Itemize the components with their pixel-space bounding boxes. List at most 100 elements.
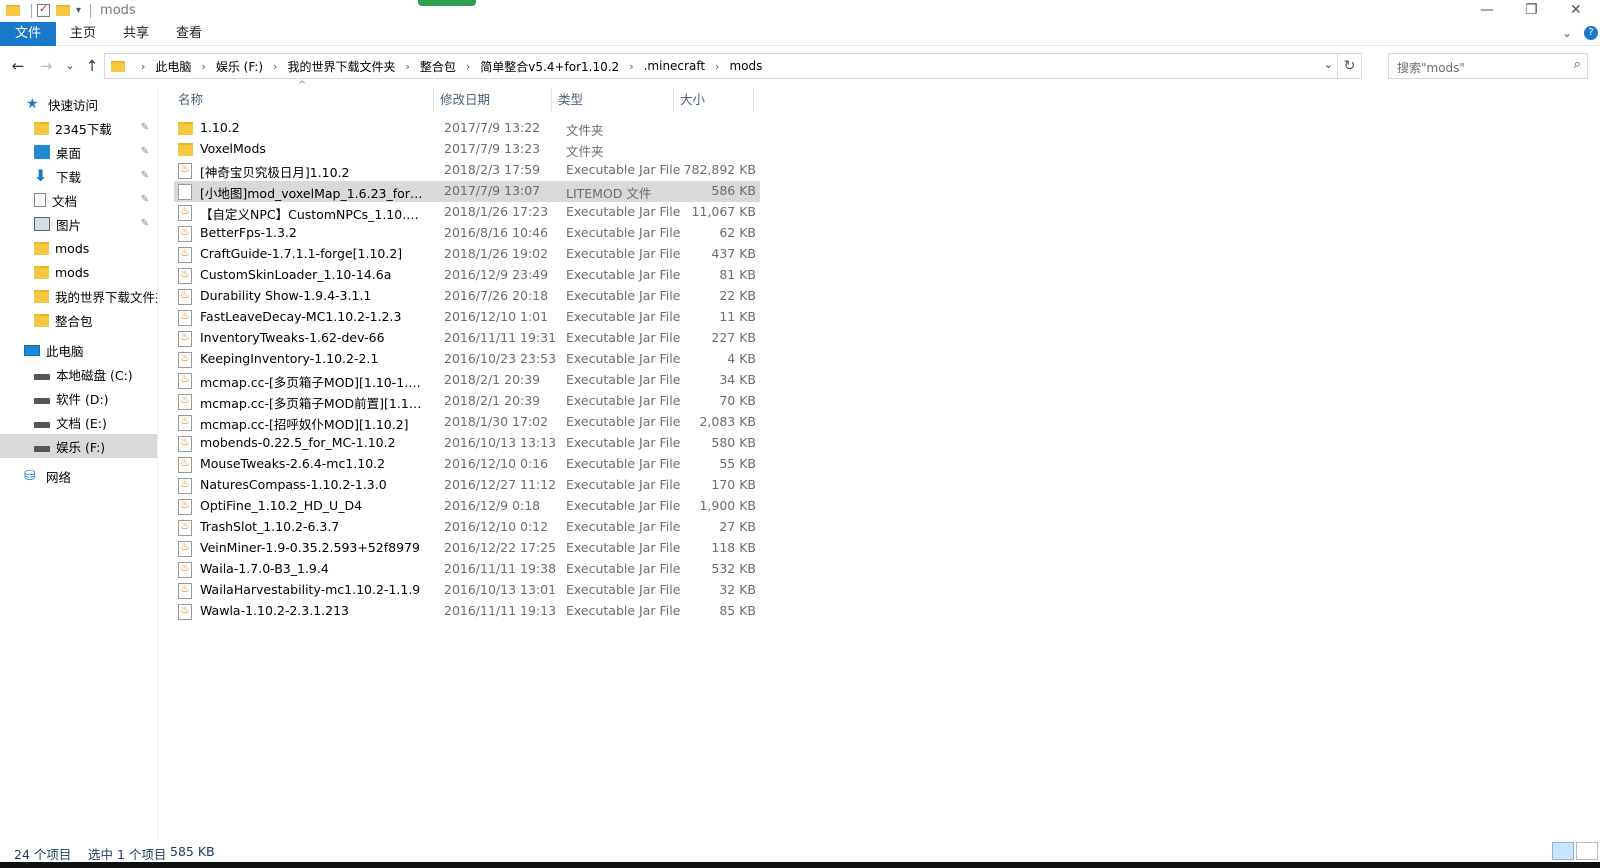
- file-type: Executable Jar File: [566, 540, 681, 555]
- column-header-type[interactable]: 类型: [552, 88, 674, 112]
- table-row[interactable]: CustomSkinLoader_1.10-14.6a 2016/12/9 23:…: [174, 265, 760, 286]
- tab-view[interactable]: 查看: [176, 22, 202, 46]
- table-row[interactable]: InventoryTweaks-1.62-dev-66 2016/11/11 19…: [174, 328, 760, 349]
- folder-icon[interactable]: [6, 5, 20, 16]
- tab-file[interactable]: 文件: [0, 22, 56, 46]
- sidebar-item-quick-access[interactable]: ★ 快速访问: [0, 92, 157, 116]
- table-row[interactable]: BetterFps-1.3.2 2016/8/16 10:46 Executable…: [174, 223, 760, 244]
- close-button[interactable]: ✕: [1570, 2, 1582, 18]
- tab-home[interactable]: 主页: [70, 22, 96, 46]
- table-row[interactable]: CraftGuide-1.7.1.1-forge[1.10.2] 2018/1/2…: [174, 244, 760, 265]
- sidebar-item-desktop[interactable]: 桌面 ✎: [0, 140, 157, 164]
- maximize-button[interactable]: ❐: [1525, 2, 1538, 18]
- table-row[interactable]: Durability Show-1.9.4-3.1.1 2016/7/26 20:…: [174, 286, 760, 307]
- divider: [90, 3, 92, 18]
- address-bar[interactable]: › 此电脑 › 娱乐 (F:) › 我的世界下载文件夹 › 整合包 › 简单整合…: [104, 53, 1362, 79]
- breadcrumb-separator[interactable]: ›: [405, 60, 409, 73]
- file-date: 2016/10/23 23:53: [444, 351, 557, 366]
- tab-share[interactable]: 共享: [123, 22, 149, 46]
- pin-icon[interactable]: ✎: [141, 218, 149, 229]
- search-box[interactable]: 搜索"mods" ⌕: [1388, 53, 1588, 79]
- breadcrumb-minecraft[interactable]: .minecraft: [644, 59, 705, 73]
- file-type: Executable Jar File: [566, 477, 681, 492]
- table-row[interactable]: WailaHarvestability-mc1.10.2-1.1.9 2016/1…: [174, 580, 760, 601]
- table-row[interactable]: [神奇宝贝究极日月]1.10.2 2018/2/3 17:59 Executable…: [174, 160, 760, 181]
- pin-icon[interactable]: ✎: [141, 122, 149, 133]
- breadcrumb-download-folder[interactable]: 我的世界下载文件夹: [287, 58, 395, 75]
- pin-icon[interactable]: ✎: [141, 146, 149, 157]
- sidebar-item-this-pc[interactable]: 此电脑: [0, 338, 157, 362]
- search-icon[interactable]: ⌕: [1574, 57, 1581, 72]
- sidebar-item-2345-downloads[interactable]: 2345下载 ✎: [0, 116, 157, 140]
- table-row[interactable]: mcmap.cc-[招呼奴仆MOD][1.10.2] 2018/1/30 17:0…: [174, 412, 760, 433]
- help-icon[interactable]: ?: [1584, 26, 1598, 40]
- sidebar-item-download-folder[interactable]: 我的世界下载文件夹: [0, 284, 157, 308]
- sidebar-item-mods-1[interactable]: mods: [0, 236, 157, 260]
- sidebar-item-mods-2[interactable]: mods: [0, 260, 157, 284]
- customize-toolbar-icon[interactable]: ▾: [76, 5, 81, 16]
- refresh-button[interactable]: ↻: [1337, 54, 1361, 78]
- file-type: Executable Jar File: [566, 162, 681, 177]
- breadcrumb-this-pc[interactable]: 此电脑: [155, 58, 191, 75]
- large-icons-view-button[interactable]: [1576, 842, 1598, 860]
- search-input[interactable]: 搜索"mods": [1397, 59, 1465, 76]
- file-type: Executable Jar File: [566, 456, 681, 471]
- table-row[interactable]: VoxelMods 2017/7/9 13:23 文件夹: [174, 139, 760, 160]
- jar-file-icon: [178, 498, 192, 515]
- table-row[interactable]: mobends-0.22.5_for_MC-1.10.2 2016/10/13 1…: [174, 433, 760, 454]
- forward-button[interactable]: →: [36, 55, 56, 77]
- up-button[interactable]: ↑: [82, 55, 102, 77]
- new-folder-icon[interactable]: [56, 5, 70, 16]
- sidebar-item-drive-f[interactable]: 娱乐 (F:): [0, 434, 157, 458]
- sidebar-item-modpack[interactable]: 整合包: [0, 308, 157, 332]
- pin-icon[interactable]: ✎: [141, 194, 149, 205]
- table-row[interactable]: mcmap.cc-[多页箱子MOD][1.10-1.10.2] 2018/2/1 …: [174, 370, 760, 391]
- column-header-name[interactable]: 名称: [172, 88, 434, 112]
- sidebar-item-drive-c[interactable]: 本地磁盘 (C:): [0, 362, 157, 386]
- table-row[interactable]: TrashSlot_1.10.2-6.3.7 2016/12/10 0:12 Exe…: [174, 517, 760, 538]
- breadcrumb-modpack[interactable]: 整合包: [420, 58, 456, 75]
- table-row[interactable]: OptiFine_1.10.2_HD_U_D4 2016/12/9 0:18 Exe…: [174, 496, 760, 517]
- breadcrumb-separator[interactable]: ›: [629, 60, 633, 73]
- jar-file-icon: [178, 540, 192, 557]
- column-header-size[interactable]: 大小: [674, 88, 754, 112]
- breadcrumb-mods[interactable]: mods: [729, 59, 762, 73]
- file-size: 1,900 KB: [699, 498, 756, 513]
- details-view-button[interactable]: [1552, 842, 1574, 860]
- file-size: 4 KB: [727, 351, 756, 366]
- breadcrumb-separator[interactable]: ›: [141, 60, 145, 73]
- table-row[interactable]: [小地图]mod_voxelMap_1.6.23_for_1.1... 2017/…: [174, 181, 760, 202]
- table-row[interactable]: 1.10.2 2017/7/9 13:22 文件夹: [174, 118, 760, 139]
- column-header-date[interactable]: 修改日期: [434, 88, 552, 112]
- breadcrumb-pack-version[interactable]: 简单整合v5.4+for1.10.2: [480, 58, 619, 75]
- breadcrumb-separator[interactable]: ›: [273, 60, 277, 73]
- sidebar-item-drive-e[interactable]: 文档 (E:): [0, 410, 157, 434]
- sidebar-item-drive-d[interactable]: 软件 (D:): [0, 386, 157, 410]
- pin-icon[interactable]: ✎: [141, 170, 149, 181]
- sidebar-item-downloads[interactable]: ⬇ 下载 ✎: [0, 164, 157, 188]
- table-row[interactable]: mcmap.cc-[多页箱子MOD前置][1.10-1.... 2018/2/1 …: [174, 391, 760, 412]
- breadcrumb-separator[interactable]: ›: [201, 60, 205, 73]
- table-row[interactable]: KeepingInventory-1.10.2-2.1 2016/10/23 23…: [174, 349, 760, 370]
- breadcrumb-separator[interactable]: ›: [466, 60, 470, 73]
- expand-ribbon-icon[interactable]: ⌄: [1562, 26, 1572, 40]
- table-row[interactable]: 【自定义NPC】CustomNPCs_1.10.2(21... 2018/1/26…: [174, 202, 760, 223]
- table-row[interactable]: FastLeaveDecay-MC1.10.2-1.2.3 2016/12/10 …: [174, 307, 760, 328]
- file-type: Executable Jar File: [566, 519, 681, 534]
- table-row[interactable]: NaturesCompass-1.10.2-1.3.0 2016/12/27 11…: [174, 475, 760, 496]
- sidebar-item-pictures[interactable]: 图片 ✎: [0, 212, 157, 236]
- sidebar-item-documents[interactable]: 文档 ✎: [0, 188, 157, 212]
- back-button[interactable]: ←: [8, 55, 28, 77]
- sidebar-item-network[interactable]: ⛁ 网络: [0, 464, 157, 488]
- properties-icon[interactable]: [37, 2, 50, 17]
- address-dropdown-button[interactable]: ⌄: [1324, 58, 1333, 71]
- recent-locations-button[interactable]: ⌄: [60, 55, 80, 77]
- table-row[interactable]: Waila-1.7.0-B3_1.9.4 2016/11/11 19:38 Exec…: [174, 559, 760, 580]
- breadcrumb-drive-f[interactable]: 娱乐 (F:): [216, 58, 263, 75]
- drive-icon: [34, 446, 50, 452]
- table-row[interactable]: Wawla-1.10.2-2.3.1.213 2016/11/11 19:13 Ex…: [174, 601, 760, 622]
- table-row[interactable]: VeinMiner-1.9-0.35.2.593+52f8979 2016/12/…: [174, 538, 760, 559]
- table-row[interactable]: MouseTweaks-2.6.4-mc1.10.2 2016/12/10 0:1…: [174, 454, 760, 475]
- minimize-button[interactable]: —: [1480, 2, 1494, 18]
- breadcrumb-separator[interactable]: ›: [715, 60, 719, 73]
